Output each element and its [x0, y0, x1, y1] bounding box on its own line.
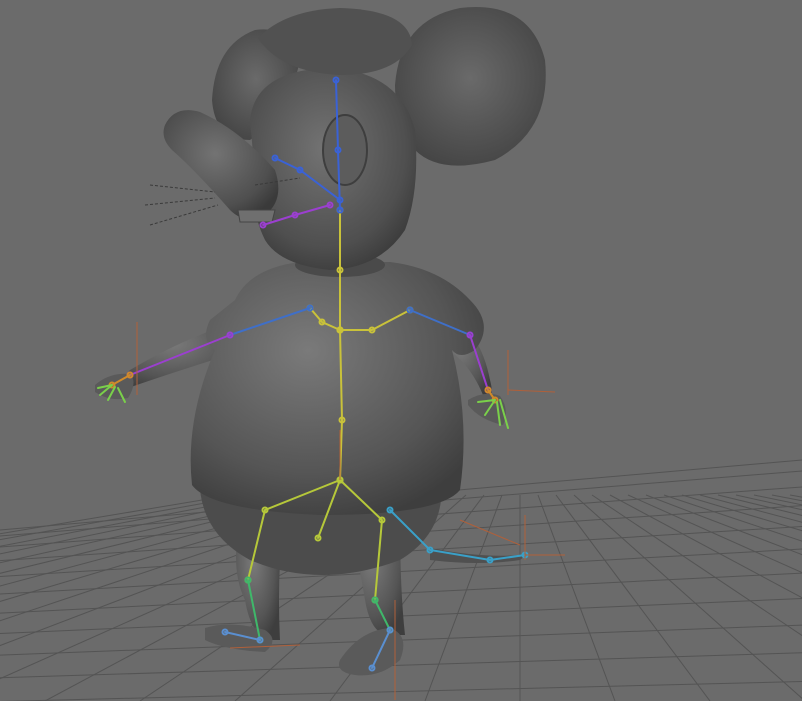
eye-mesh	[322, 114, 368, 186]
3d-viewport[interactable]	[0, 0, 802, 701]
teeth-mesh	[237, 209, 276, 223]
viewport-canvas[interactable]	[0, 0, 802, 701]
